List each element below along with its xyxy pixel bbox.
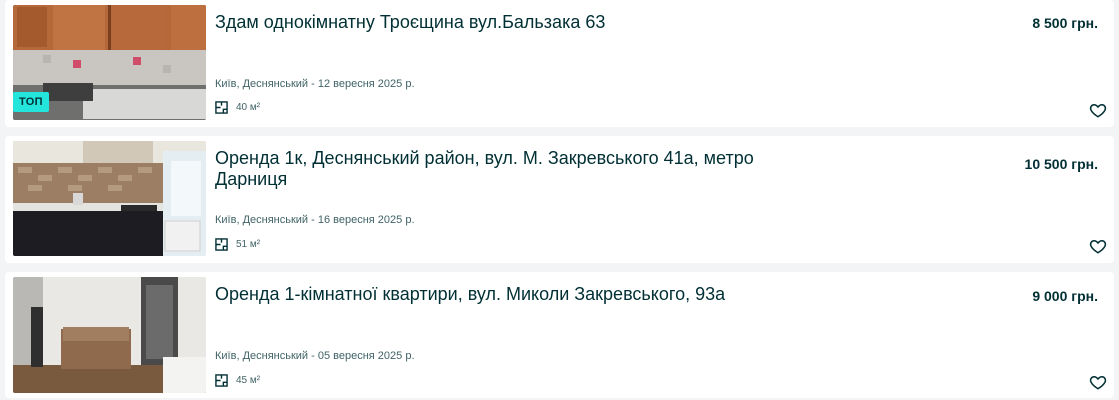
floor-plan-icon (215, 238, 228, 251)
listing-title[interactable]: Оренда 1к, Деснянський район, вул. М. За… (215, 148, 775, 190)
listing-area: 40 м² (215, 101, 260, 114)
listing-price: 10 500 грн. (1024, 156, 1098, 172)
listing-location-date: Київ, Деснянський - 12 вересня 2025 р. (215, 78, 415, 90)
listing-area-value: 45 м² (236, 375, 261, 386)
listing-card[interactable]: ТОП Здам однокімнатну Троєщина вул.Бальз… (5, 0, 1114, 127)
heart-outline-icon[interactable] (1089, 373, 1107, 391)
listing-title[interactable]: Здам однокімнатну Троєщина вул.Бальзака … (215, 12, 775, 33)
listing-photo-kitchen[interactable] (13, 141, 206, 256)
listing-photo-kitchen[interactable]: ТОП (13, 5, 206, 120)
floor-plan-icon (215, 374, 228, 387)
listing-area-value: 51 м² (236, 239, 261, 250)
listing-price: 8 500 грн. (1032, 15, 1098, 31)
top-badge: ТОП (13, 92, 49, 112)
listing-location-date: Київ, Деснянський - 05 вересня 2025 р. (215, 350, 415, 362)
heart-outline-icon[interactable] (1089, 101, 1107, 119)
listing-price: 9 000 грн. (1032, 288, 1098, 304)
listing-photo-room[interactable] (13, 277, 206, 393)
listing-card[interactable]: Оренда 1к, Деснянський район, вул. М. За… (5, 136, 1114, 263)
listing-location-date: Київ, Деснянський - 16 вересня 2025 р. (215, 214, 415, 226)
listing-area-value: 40 м² (236, 102, 261, 113)
heart-outline-icon[interactable] (1089, 237, 1107, 255)
listing-area: 45 м² (215, 374, 260, 387)
listing-area: 51 м² (215, 238, 260, 251)
listing-title[interactable]: Оренда 1-кімнатної квартири, вул. Миколи… (215, 284, 775, 305)
listing-card[interactable]: Оренда 1-кімнатної квартири, вул. Миколи… (5, 272, 1114, 398)
floor-plan-icon (215, 101, 228, 114)
